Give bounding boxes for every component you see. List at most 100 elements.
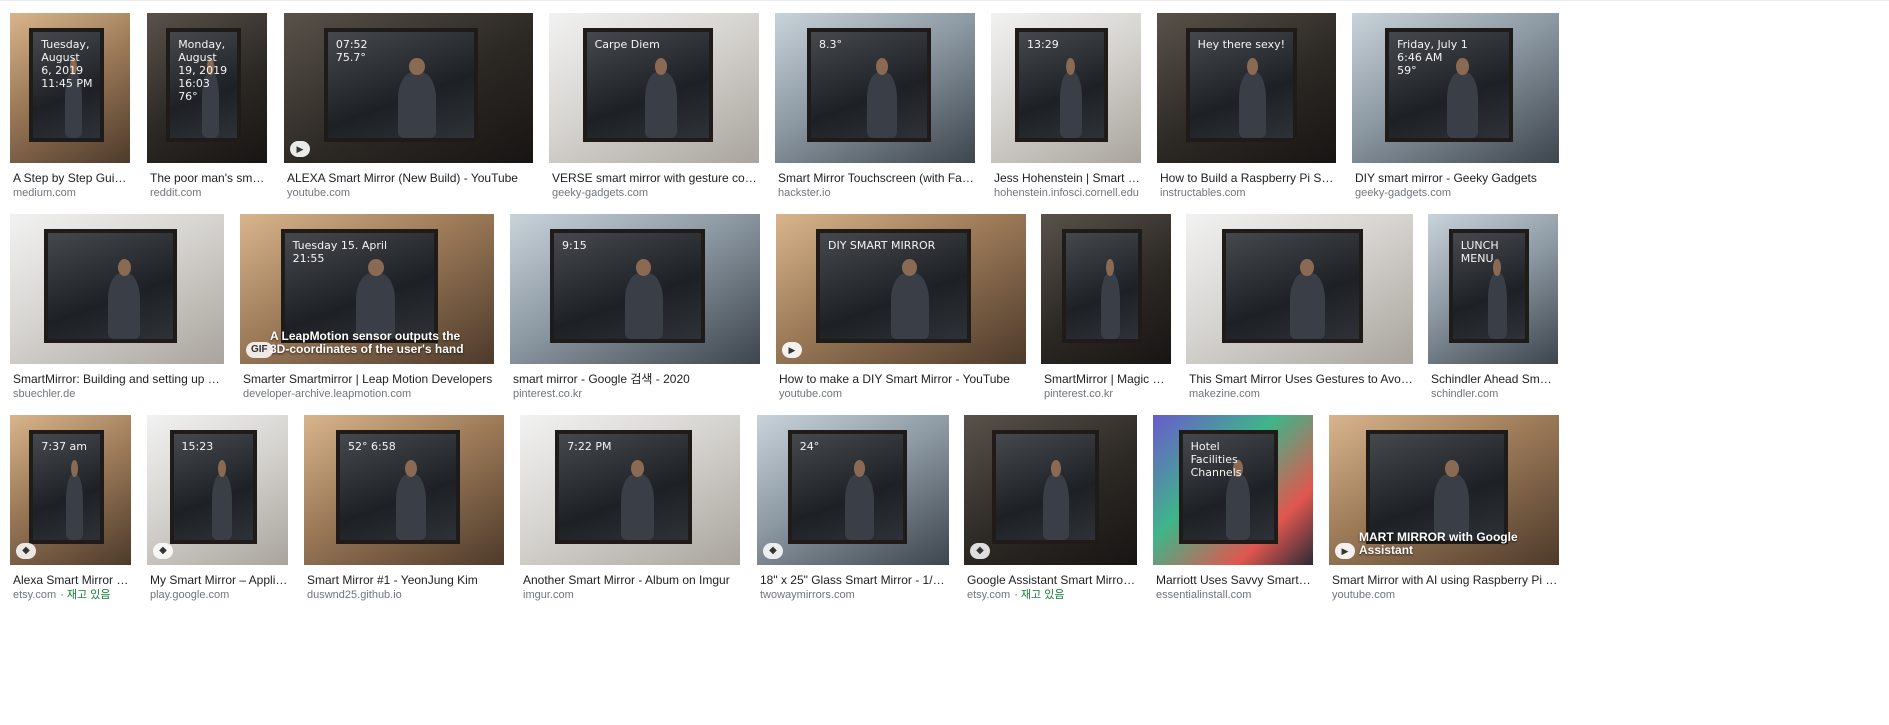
image-result[interactable]: 07:52 75.7° ▶ ALEXA Smart Mirror (New Buil… xyxy=(284,13,533,200)
result-title-link[interactable]: Alexa Smart Mirror 22 ... xyxy=(10,573,131,588)
result-thumbnail[interactable]: DIY SMART MIRROR ▶ xyxy=(776,214,1026,364)
source-domain: pinterest.co.kr xyxy=(1044,388,1114,400)
image-result[interactable]: DIY SMART MIRROR ▶ How to make a DIY Smart… xyxy=(776,214,1026,401)
result-title-link[interactable]: This Smart Mirror Uses Gestures to Avoid… xyxy=(1186,372,1413,387)
image-result[interactable]: Friday, July 1 6:46 AM 59° DIY smart mirr… xyxy=(1352,13,1559,200)
result-title-link[interactable]: VERSE smart mirror with gesture control … xyxy=(549,171,759,186)
result-thumbnail[interactable]: Friday, July 1 6:46 AM 59° xyxy=(1352,13,1559,163)
image-result[interactable]: MART MIRROR with Google Assistant ▶ Smart … xyxy=(1329,415,1559,602)
result-thumbnail[interactable]: Hotel Facilities Channels xyxy=(1153,415,1313,565)
thumbnail-overlay-text: Hey there sexy! xyxy=(1197,38,1286,51)
result-title-link[interactable]: How to Build a Raspberry Pi Smart ... xyxy=(1157,171,1336,186)
source-domain: hohenstein.infosci.cornell.edu xyxy=(994,187,1139,199)
thumbnail-overlay-text: 52° 6:58 xyxy=(348,440,396,453)
person-silhouette xyxy=(1290,258,1325,339)
thumbnail-overlay-text: 24° xyxy=(799,440,820,453)
result-thumbnail[interactable] xyxy=(1186,214,1413,364)
source-domain: geeky-gadgets.com xyxy=(552,187,648,199)
result-title-link[interactable]: smart mirror - Google 검색 - 2020 xyxy=(510,372,760,387)
image-result[interactable]: 8.3° Smart Mirror Touchscreen (with Face … xyxy=(775,13,975,200)
result-thumbnail[interactable]: 15:23 ◆ xyxy=(147,415,288,565)
result-thumbnail[interactable] xyxy=(1041,214,1171,364)
image-result[interactable]: LUNCH MENU Schindler Ahead SmartM...schin… xyxy=(1428,214,1558,401)
source-domain: makezine.com xyxy=(1189,388,1260,400)
result-thumbnail[interactable]: 13:29 xyxy=(991,13,1141,163)
result-title-link[interactable]: Marriott Uses Savvy Smart Mirr... xyxy=(1153,573,1313,588)
image-result[interactable]: 15:23 ◆ My Smart Mirror – Applicati...play… xyxy=(147,415,288,602)
result-thumbnail[interactable]: Tuesday 15. April 21:55 A LeapMotion sens… xyxy=(240,214,494,364)
result-thumbnail[interactable]: Tuesday, August 6, 2019 11:45 PM xyxy=(10,13,130,163)
mirror-illustration: 52° 6:58 xyxy=(336,430,460,544)
mirror-illustration: 7:22 PM xyxy=(555,430,692,544)
person-silhouette xyxy=(1059,57,1082,138)
person-silhouette xyxy=(890,258,929,339)
result-title-link[interactable]: How to make a DIY Smart Mirror - YouTube xyxy=(776,372,1026,387)
image-result[interactable]: Hotel Facilities Channels Marriott Uses S… xyxy=(1153,415,1313,602)
result-thumbnail[interactable]: 7:22 PM xyxy=(520,415,740,565)
thumbnail-overlay-text: Monday, August 19, 2019 16:03 76° xyxy=(178,38,228,103)
result-thumbnail[interactable]: 52° 6:58 xyxy=(304,415,504,565)
result-thumbnail[interactable]: 24° ◆ xyxy=(757,415,949,565)
image-result[interactable]: Tuesday, August 6, 2019 11:45 PM A Step b… xyxy=(10,13,130,200)
result-title-link[interactable]: Jess Hohenstein | Smart Mirror xyxy=(991,171,1141,186)
result-thumbnail[interactable] xyxy=(10,214,224,364)
result-thumbnail[interactable]: 7:37 am ◆ xyxy=(10,415,131,565)
result-thumbnail[interactable]: 07:52 75.7° ▶ xyxy=(284,13,533,163)
result-thumbnail[interactable]: 8.3° xyxy=(775,13,975,163)
image-result[interactable]: Monday, August 19, 2019 16:03 76° The poo… xyxy=(147,13,267,200)
thumbnail-overlay-text: 9:15 xyxy=(562,239,587,252)
result-title-link[interactable]: 18" x 25" Glass Smart Mirror - 1/4" Thi.… xyxy=(757,573,949,588)
result-title-link[interactable]: Schindler Ahead SmartM... xyxy=(1428,372,1558,387)
price-tag-icon: ◆ xyxy=(153,543,173,559)
person-silhouette xyxy=(65,459,83,540)
result-source: pinterest.co.kr xyxy=(1041,387,1171,401)
result-title-link[interactable]: Smart Mirror #1 - YeonJung Kim xyxy=(304,573,504,588)
result-thumbnail[interactable]: 9:15 xyxy=(510,214,760,364)
image-result[interactable]: 24° ◆ 18" x 25" Glass Smart Mirror - 1/4" … xyxy=(757,415,949,602)
result-thumbnail[interactable]: MART MIRROR with Google Assistant ▶ xyxy=(1329,415,1559,565)
image-result[interactable]: 7:37 am ◆ Alexa Smart Mirror 22 ... etsy.co… xyxy=(10,415,131,602)
image-result[interactable]: This Smart Mirror Uses Gestures to Avoid… xyxy=(1186,214,1413,401)
image-result[interactable]: ◆ Google Assistant Smart Mirror 32 ...ets… xyxy=(964,415,1137,602)
result-source: developer-archive.leapmotion.com xyxy=(240,387,494,401)
result-title-link[interactable]: Smarter Smartmirror | Leap Motion Develo… xyxy=(240,372,494,387)
result-thumbnail[interactable]: Hey there sexy! xyxy=(1157,13,1336,163)
thumbnail-overlay-text: 7:22 PM xyxy=(567,440,612,453)
image-result[interactable]: Hey there sexy! How to Build a Raspberry … xyxy=(1157,13,1336,200)
image-result[interactable]: Tuesday 15. April 21:55 A LeapMotion sens… xyxy=(240,214,494,401)
result-title-link[interactable]: My Smart Mirror – Applicati... xyxy=(147,573,288,588)
mirror-illustration: 7:37 am xyxy=(29,430,105,544)
person-silhouette xyxy=(866,57,897,138)
thumbnail-overlay-text: LUNCH MENU xyxy=(1460,239,1499,265)
result-thumbnail[interactable]: Carpe Diem xyxy=(549,13,759,163)
thumbnail-overlay-text: Tuesday, August 6, 2019 11:45 PM xyxy=(41,38,93,90)
image-result[interactable]: 52° 6:58 Smart Mirror #1 - YeonJung Kim du… xyxy=(304,415,504,602)
result-title-link[interactable]: Smart Mirror Touchscreen (with Face Re..… xyxy=(775,171,975,186)
image-result[interactable]: SmartMirror: Building and setting up a d… xyxy=(10,214,224,401)
source-domain: etsy.com xyxy=(13,589,57,601)
result-source: essentialinstall.com xyxy=(1153,588,1313,602)
result-thumbnail[interactable]: Monday, August 19, 2019 16:03 76° xyxy=(147,13,267,163)
result-title-link[interactable]: ALEXA Smart Mirror (New Build) - YouTube xyxy=(284,171,533,186)
result-thumbnail[interactable]: ◆ xyxy=(964,415,1137,565)
result-title-link[interactable]: SmartMirror: Building and setting up a d… xyxy=(10,372,224,387)
mirror-illustration: Tuesday, August 6, 2019 11:45 PM xyxy=(29,28,104,142)
result-title-link[interactable]: Google Assistant Smart Mirror 32 ... xyxy=(964,573,1137,588)
image-result[interactable]: SmartMirror | Magic mirr... pinterest.co.… xyxy=(1041,214,1171,401)
result-title-link[interactable]: SmartMirror | Magic mirr... xyxy=(1041,372,1171,387)
result-title-link[interactable]: Another Smart Mirror - Album on Imgur xyxy=(520,573,740,588)
person-silhouette xyxy=(1446,57,1479,138)
result-source: hackster.io xyxy=(775,186,975,200)
image-result[interactable]: 13:29 Jess Hohenstein | Smart Mirrorhohen… xyxy=(991,13,1141,200)
image-result[interactable]: Carpe Diem VERSE smart mirror with gestur… xyxy=(549,13,759,200)
result-title-link[interactable]: A Step by Step Guide t... xyxy=(10,171,130,186)
image-result[interactable]: 7:22 PM Another Smart Mirror - Album on I… xyxy=(520,415,740,602)
person-silhouette xyxy=(620,459,655,540)
person-silhouette xyxy=(645,57,677,138)
person-silhouette xyxy=(1043,459,1070,540)
image-result[interactable]: 9:15 smart mirror - Google 검색 - 2020 pinte… xyxy=(510,214,760,401)
result-title-link[interactable]: The poor man's smart ... xyxy=(147,171,267,186)
result-title-link[interactable]: Smart Mirror with AI using Raspberry Pi … xyxy=(1329,573,1559,588)
result-thumbnail[interactable]: LUNCH MENU xyxy=(1428,214,1558,364)
result-title-link[interactable]: DIY smart mirror - Geeky Gadgets xyxy=(1352,171,1559,186)
